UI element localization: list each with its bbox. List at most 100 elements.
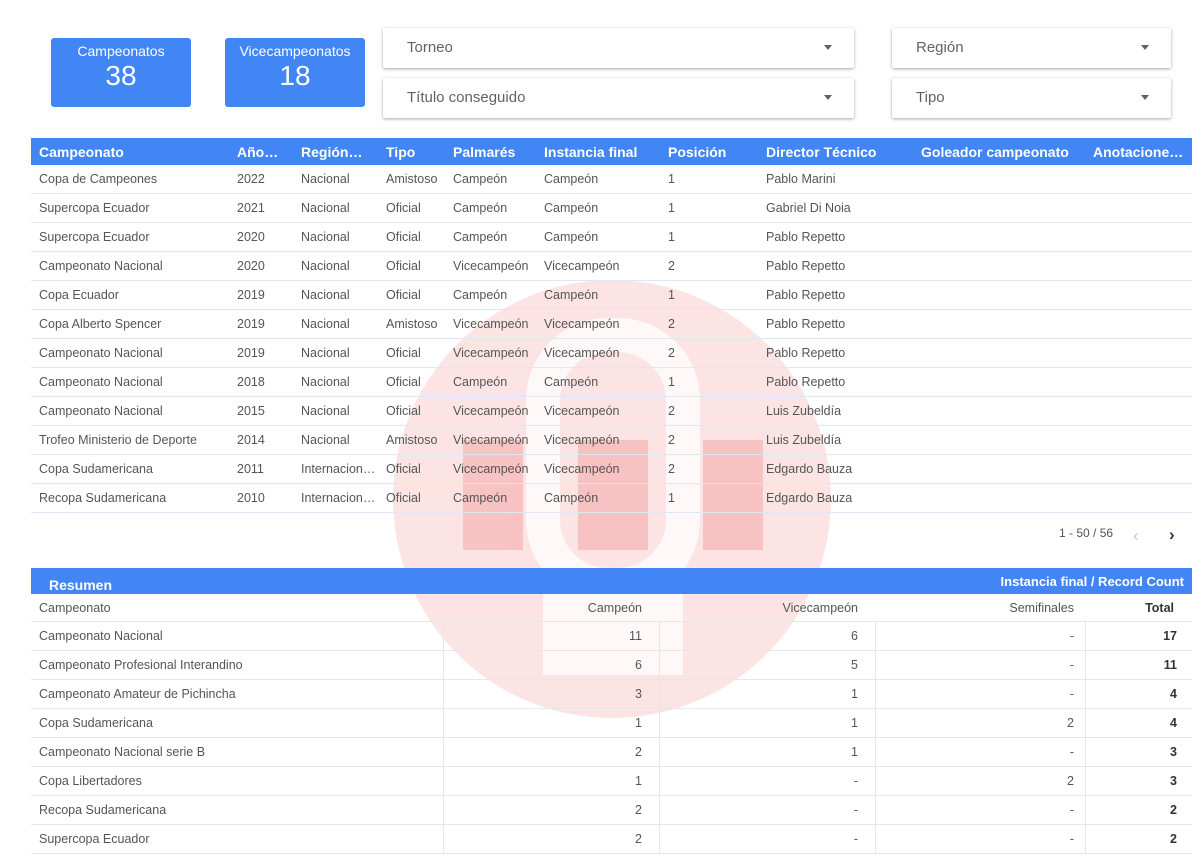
table-cell: 2 [668, 462, 675, 476]
pivot-cell: - [1069, 658, 1074, 672]
campeonatos-table: Campeonato Año… Región… Tipo Palmarés In… [31, 138, 1192, 513]
pivot-col-vicecampeon[interactable]: Vicecampeón [782, 601, 858, 615]
table-cell: Edgardo Bauza [766, 491, 853, 505]
table-cell: Vicecampeón [544, 462, 620, 476]
pivot-row: Recopa Sudamericana 2 - - 2 [31, 796, 1192, 825]
pivot-cell: 1 [851, 716, 858, 730]
table-cell: Amistoso [386, 172, 438, 186]
pivot-cell: Recopa Sudamericana [39, 803, 167, 817]
table-cell: Campeón [453, 491, 508, 505]
header-goleador[interactable]: Goleador campeonato [921, 144, 1086, 160]
pivot-cell: 6 [635, 658, 642, 672]
header-posicion[interactable]: Posición [668, 144, 758, 160]
pivot-cell: 3 [1170, 745, 1177, 759]
table-row[interactable]: Campeonato Nacional 2019 Nacional Oficial Vi… [31, 339, 1192, 368]
pivot-title: Resumen [49, 577, 113, 593]
torneo-dropdown[interactable]: Torneo [383, 28, 854, 68]
table-cell: Campeón [544, 375, 599, 389]
table-cell: Oficial [386, 404, 421, 418]
table-row[interactable]: Supercopa Ecuador 2020 Nacional Oficial Camp… [31, 223, 1192, 252]
table-cell: 2021 [237, 201, 265, 215]
pivot-cell: Campeonato Amateur de Pichincha [39, 687, 236, 701]
pivot-cell: 2 [635, 803, 642, 817]
pivot-cell: 2 [1170, 803, 1177, 817]
table-cell: Vicecampeón [453, 317, 529, 331]
column-divider [443, 622, 444, 854]
table-header: Campeonato Año… Región… Tipo Palmarés In… [31, 138, 1192, 165]
table-cell: Campeonato Nacional [39, 375, 163, 389]
header-anio[interactable]: Año… [237, 144, 287, 160]
chevron-right-icon[interactable]: › [1169, 525, 1175, 545]
pivot-column-headers: Campeonato Campeón Vicecampeón Semifinal… [31, 594, 1192, 622]
pivot-col-total[interactable]: Total [1145, 601, 1174, 615]
table-row[interactable]: Campeonato Nacional 2020 Nacional Oficial Vi… [31, 252, 1192, 281]
table-cell: Pablo Repetto [766, 375, 846, 389]
kpi-campeonatos-label: Campeonatos [77, 43, 165, 59]
table-cell: Oficial [386, 230, 421, 244]
table-cell: Luis Zubeldía [766, 404, 842, 418]
table-row[interactable]: Copa Ecuador 2019 Nacional Oficial Campeón Ca… [31, 281, 1192, 310]
table-cell: Copa Alberto Spencer [39, 317, 162, 331]
pivot-row: Copa Sudamericana 1 1 2 4 [31, 709, 1192, 738]
table-cell: 2 [668, 433, 675, 447]
tipo-dropdown[interactable]: Tipo [892, 78, 1171, 118]
header-tipo[interactable]: Tipo [386, 144, 446, 160]
pivot-cell: - [1069, 832, 1074, 846]
pivot-cell: 3 [1170, 774, 1177, 788]
table-row[interactable]: Campeonato Nacional 2015 Nacional Oficial Vi… [31, 397, 1192, 426]
table-row[interactable]: Copa Sudamericana 2011 Internacion… Oficial… [31, 455, 1192, 484]
table-cell: Luis Zubeldía [766, 433, 842, 447]
header-palmares[interactable]: Palmarés [453, 144, 538, 160]
header-region[interactable]: Región… [301, 144, 376, 160]
titulo-dropdown[interactable]: Título conseguido [383, 78, 854, 118]
pivot-cell: 6 [851, 629, 858, 643]
pivot-header: Resumen Instancia final / Record Count [31, 568, 1192, 594]
chevron-left-icon[interactable]: ‹ [1133, 526, 1139, 546]
caret-down-icon [824, 45, 832, 50]
pivot-cell: 2 [1170, 832, 1177, 846]
header-campeonato[interactable]: Campeonato [39, 144, 229, 160]
table-row[interactable]: Supercopa Ecuador 2021 Nacional Oficial Camp… [31, 194, 1192, 223]
pivot-cell: 5 [851, 658, 858, 672]
pivot-cell: - [853, 803, 858, 817]
kpi-vicecampeonatos-value: 18 [279, 60, 311, 91]
pivot-col-campeonato[interactable]: Campeonato [39, 601, 111, 615]
table-cell: 2020 [237, 259, 265, 273]
table-row[interactable]: Campeonato Nacional 2018 Nacional Oficial Ca… [31, 368, 1192, 397]
table-cell: 2019 [237, 317, 265, 331]
table-cell: 2 [668, 259, 675, 273]
pivot-cell: Campeonato Nacional [39, 629, 163, 643]
table-cell: Nacional [301, 375, 350, 389]
table-row[interactable]: Trofeo Ministerio de Deporte 2014 Nacional… [31, 426, 1192, 455]
header-anotaciones[interactable]: Anotaciones… [1093, 144, 1189, 160]
pivot-cell: Supercopa Ecuador [39, 832, 150, 846]
region-dropdown-label: Región [916, 39, 964, 56]
pivot-cell: 1 [635, 716, 642, 730]
pivot-cell: Campeonato Profesional Interandino [39, 658, 243, 672]
pivot-row: Supercopa Ecuador 2 - - 2 [31, 825, 1192, 854]
table-cell: Oficial [386, 259, 421, 273]
table-cell: Nacional [301, 404, 350, 418]
table-row[interactable]: Copa de Campeones 2022 Nacional Amistoso Cam… [31, 165, 1192, 194]
table-cell: Pablo Marini [766, 172, 836, 186]
region-dropdown[interactable]: Región [892, 28, 1171, 68]
table-cell: 2022 [237, 172, 265, 186]
table-row[interactable]: Recopa Sudamericana 2010 Internacion… Ofici… [31, 484, 1192, 513]
table-cell: Campeón [544, 201, 599, 215]
pivot-right-title: Instancia final / Record Count [1000, 574, 1184, 589]
pivot-col-semifinales[interactable]: Semifinales [1009, 601, 1074, 615]
torneo-dropdown-label: Torneo [407, 39, 453, 56]
table-cell: Vicecampeón [544, 346, 620, 360]
header-instancia-final[interactable]: Instancia final [544, 144, 659, 160]
header-director-tecnico[interactable]: Director Técnico [766, 144, 916, 160]
table-row[interactable]: Copa Alberto Spencer 2019 Nacional Amistoso… [31, 310, 1192, 339]
pivot-col-campeon[interactable]: Campeón [588, 601, 642, 615]
pivot-cell: - [853, 832, 858, 846]
table-cell: Supercopa Ecuador [39, 201, 150, 215]
table-cell: Campeón [544, 288, 599, 302]
pivot-cell: 2 [635, 745, 642, 759]
table-cell: Copa Ecuador [39, 288, 119, 302]
table-cell: Campeón [453, 172, 508, 186]
pivot-cell: - [1069, 803, 1074, 817]
table-cell: Nacional [301, 201, 350, 215]
